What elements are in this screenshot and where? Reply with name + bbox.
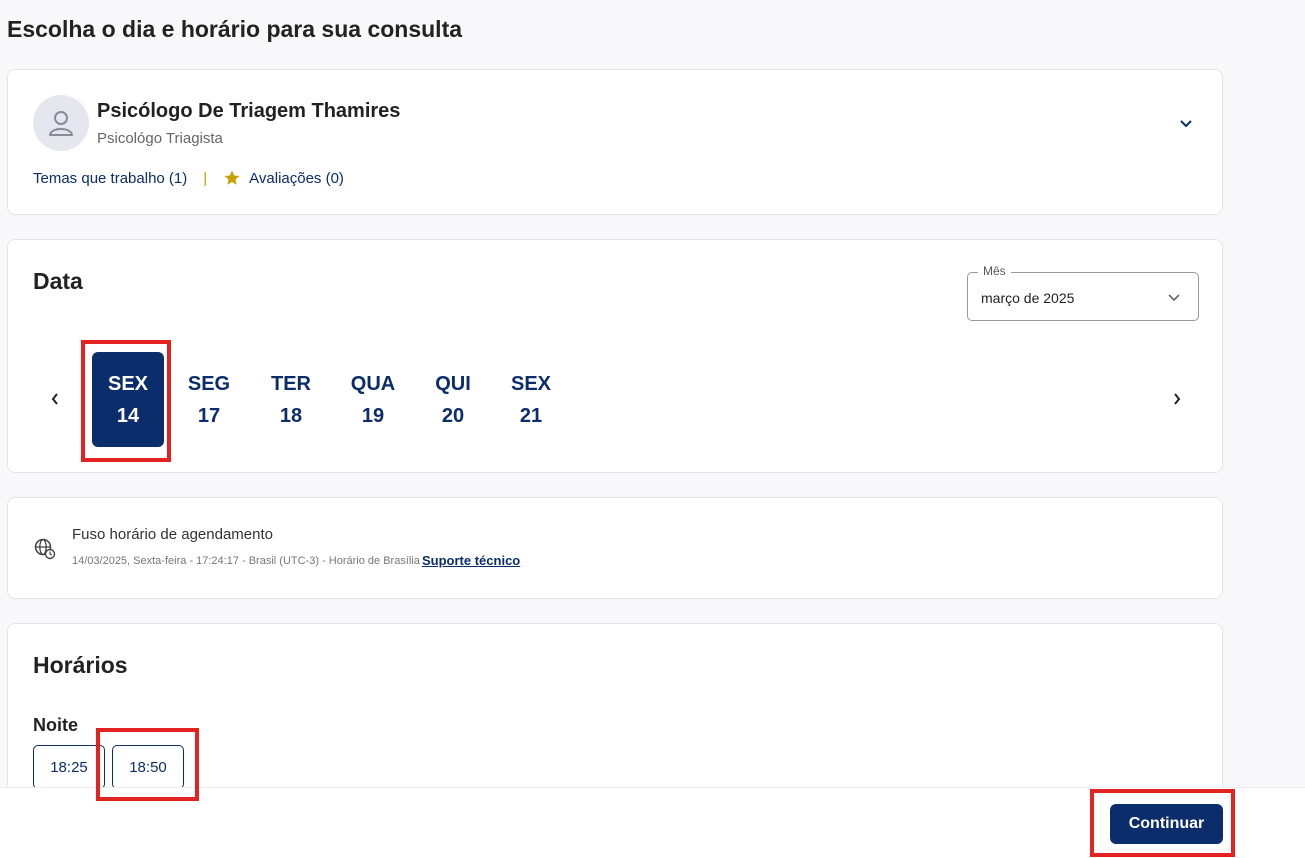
user-icon bbox=[49, 111, 73, 136]
reviews-link[interactable]: Avaliações (0) bbox=[249, 170, 344, 187]
prev-days-button[interactable] bbox=[45, 389, 65, 409]
day-number: 21 bbox=[519, 404, 543, 427]
day-number: 17 bbox=[197, 404, 221, 427]
chevron-right-icon bbox=[1174, 393, 1181, 405]
day-weekday: SEX bbox=[510, 372, 552, 395]
star-icon bbox=[223, 169, 241, 187]
footer-bar: Continuar bbox=[0, 787, 1305, 858]
time-slot[interactable]: 18:25 bbox=[33, 745, 105, 789]
support-link[interactable]: Suporte técnico bbox=[422, 553, 520, 568]
month-select[interactable]: Mês março de 2025 bbox=[967, 264, 1199, 321]
day-number: 14 bbox=[116, 404, 140, 427]
timezone-title: Fuso horário de agendamento bbox=[72, 526, 273, 543]
professional-card: Psicólogo De Triagem Thamires Psicológo … bbox=[7, 69, 1223, 215]
globe-clock-icon bbox=[34, 538, 56, 565]
page-title: Escolha o dia e horário para sua consult… bbox=[7, 16, 463, 42]
month-value: março de 2025 bbox=[981, 290, 1075, 306]
hours-title: Horários bbox=[33, 652, 128, 678]
day-option[interactable]: SEX 14 bbox=[92, 352, 164, 447]
avatar bbox=[33, 95, 89, 151]
day-number: 19 bbox=[361, 404, 385, 427]
professional-name: Psicólogo De Triagem Thamires bbox=[97, 100, 401, 122]
month-label: Mês bbox=[978, 264, 1011, 278]
professional-role: Psicológo Triagista bbox=[97, 130, 223, 147]
next-days-button[interactable] bbox=[1167, 389, 1187, 409]
day-number: 18 bbox=[279, 404, 303, 427]
day-option[interactable]: QUA 19 bbox=[337, 352, 409, 447]
chevron-down-icon bbox=[1168, 289, 1180, 307]
day-weekday: QUI bbox=[435, 372, 471, 395]
period-label: Noite bbox=[33, 715, 78, 735]
date-title: Data bbox=[33, 268, 83, 294]
time-slot[interactable]: 18:50 bbox=[112, 745, 184, 789]
continue-button[interactable]: Continuar bbox=[1110, 804, 1223, 844]
day-weekday: TER bbox=[271, 372, 311, 395]
day-number: 20 bbox=[441, 404, 465, 427]
expand-button[interactable] bbox=[1174, 112, 1198, 136]
timezone-detail: 14/03/2025, Sexta-feira - 17:24:17 - Bra… bbox=[72, 555, 420, 567]
day-option[interactable]: TER 18 bbox=[255, 352, 327, 447]
themes-link[interactable]: Temas que trabalho (1) bbox=[33, 170, 187, 187]
day-weekday: SEX bbox=[107, 372, 149, 395]
day-weekday: QUA bbox=[350, 372, 396, 395]
chevron-left-icon bbox=[51, 393, 58, 405]
chevron-down-icon bbox=[1180, 120, 1192, 128]
timezone-card: Fuso horário de agendamento 14/03/2025, … bbox=[7, 497, 1223, 599]
day-option[interactable]: QUI 20 bbox=[417, 352, 489, 447]
day-option[interactable]: SEX 21 bbox=[495, 352, 567, 447]
day-option[interactable]: SEG 17 bbox=[173, 352, 245, 447]
date-card: Data Mês março de 2025 SEX 14 SEG 17 TER… bbox=[7, 239, 1223, 473]
day-weekday: SEG bbox=[187, 372, 231, 395]
links-separator: | bbox=[203, 169, 208, 187]
